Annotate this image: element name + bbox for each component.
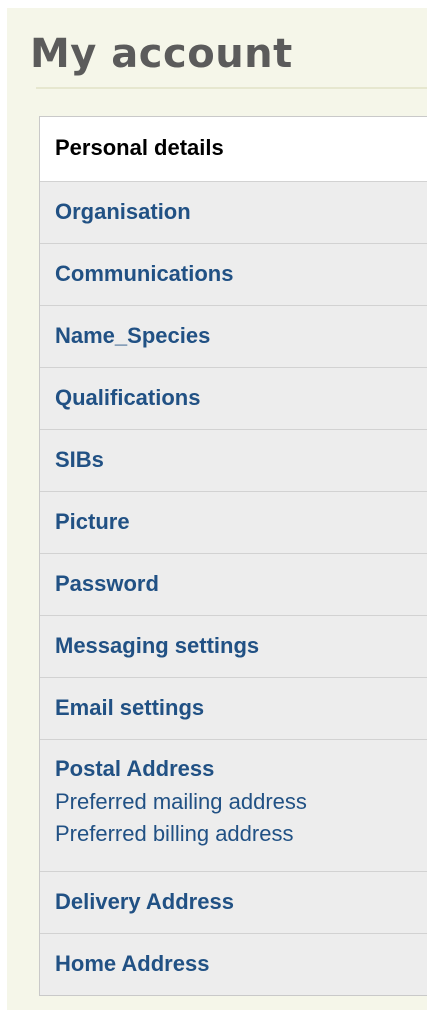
- nav-item-label: Personal details: [55, 135, 224, 160]
- nav-item-label: Password: [55, 571, 159, 596]
- nav-item-picture[interactable]: Picture: [40, 491, 427, 553]
- nav-item-email-settings[interactable]: Email settings: [40, 677, 427, 739]
- account-nav-menu: Personal details Organisation Communicat…: [39, 116, 427, 996]
- nav-item-label: Email settings: [55, 695, 205, 720]
- nav-item-label: Name_Species: [55, 323, 211, 348]
- preferred-billing-address-link[interactable]: Preferred billing address: [55, 818, 427, 850]
- nav-item-personal-details[interactable]: Personal details: [40, 117, 427, 181]
- nav-item-home-address[interactable]: Home Address: [40, 933, 427, 995]
- nav-item-label: Home Address: [55, 951, 210, 976]
- nav-item-password[interactable]: Password: [40, 553, 427, 615]
- nav-item-label: Picture: [55, 509, 130, 534]
- nav-item-name-species[interactable]: Name_Species: [40, 305, 427, 367]
- nav-item-communications[interactable]: Communications: [40, 243, 427, 305]
- nav-item-label: Organisation: [55, 199, 191, 224]
- nav-item-qualifications[interactable]: Qualifications: [40, 367, 427, 429]
- nav-item-label: Postal Address: [55, 756, 215, 781]
- nav-item-label: Delivery Address: [55, 889, 234, 914]
- nav-item-sibs[interactable]: SIBs: [40, 429, 427, 491]
- nav-item-label: Messaging settings: [55, 633, 260, 658]
- postal-address-sublinks: Preferred mailing address Preferred bill…: [55, 786, 427, 850]
- nav-item-label: Qualifications: [55, 385, 201, 410]
- nav-item-delivery-address[interactable]: Delivery Address: [40, 871, 427, 933]
- nav-item-label: Communications: [55, 261, 234, 286]
- title-divider: [36, 87, 427, 89]
- page-title: My account: [30, 31, 293, 77]
- preferred-mailing-address-link[interactable]: Preferred mailing address: [55, 786, 427, 818]
- nav-item-label: SIBs: [55, 447, 104, 472]
- nav-item-organisation[interactable]: Organisation: [40, 181, 427, 243]
- nav-item-postal-address[interactable]: Postal Address Preferred mailing address…: [40, 739, 427, 871]
- nav-item-messaging-settings[interactable]: Messaging settings: [40, 615, 427, 677]
